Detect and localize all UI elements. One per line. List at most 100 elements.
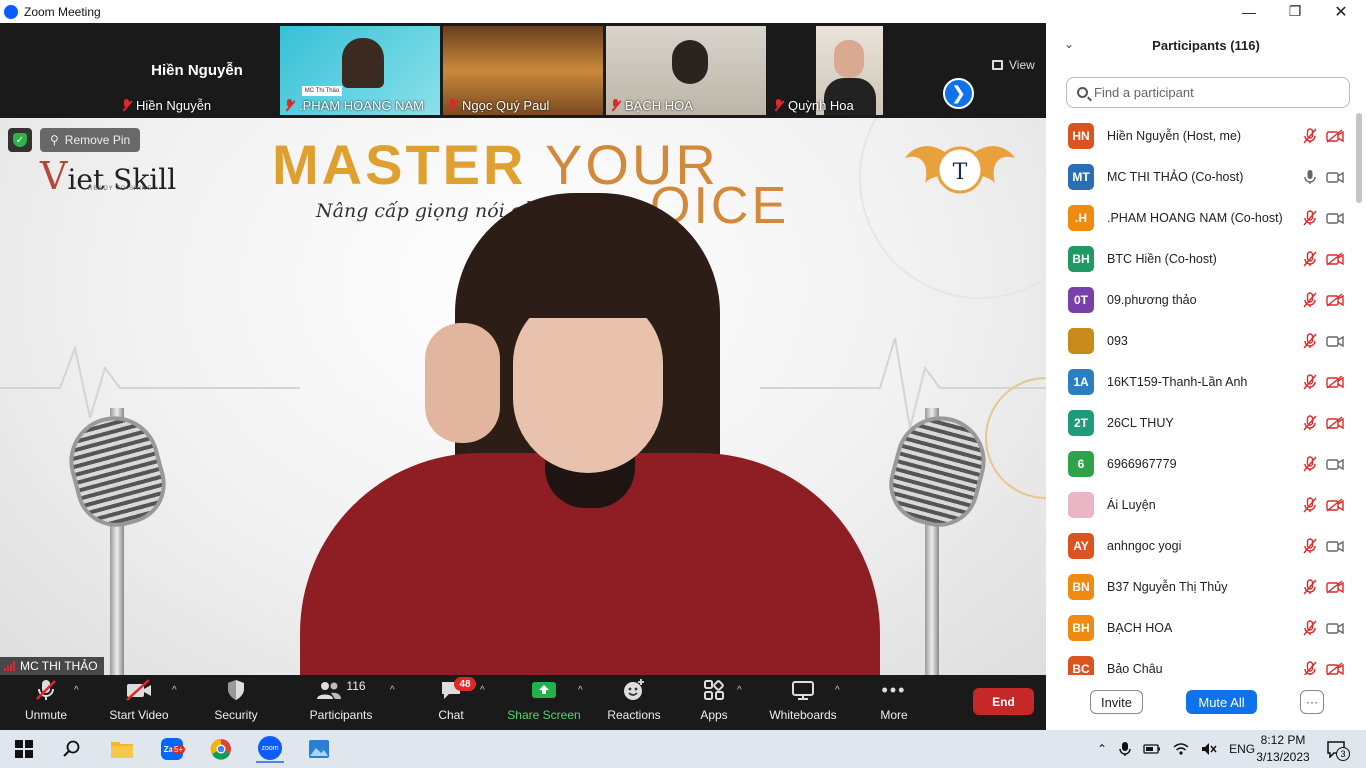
close-window-button[interactable]: ✕ (1318, 0, 1364, 23)
tile-display-name: Hiền Nguyễn (151, 62, 243, 79)
participant-row[interactable]: BN B37 Nguyễn Thị Thủy (1046, 566, 1354, 607)
participant-row[interactable]: Ái Luyện (1046, 484, 1354, 525)
taskbar-search-button[interactable] (58, 735, 86, 763)
video-on-icon[interactable] (1326, 170, 1344, 184)
invite-button[interactable]: Invite (1090, 690, 1143, 714)
taskbar-clock[interactable]: 8:12 PM 3/13/2023 (1252, 732, 1314, 766)
participant-row[interactable]: 2T 26CL THUY (1046, 402, 1354, 443)
mic-muted-icon[interactable] (1303, 127, 1317, 144)
participants-button[interactable]: 116 Participants (306, 675, 376, 730)
mic-muted-icon[interactable] (1303, 373, 1317, 390)
video-off-icon[interactable] (1326, 497, 1344, 512)
participant-search[interactable] (1066, 77, 1350, 108)
volume-muted-icon[interactable] (1201, 742, 1217, 756)
participant-row[interactable]: AY anhngoc yogi (1046, 525, 1354, 566)
security-button[interactable]: Security (210, 675, 262, 730)
microphone-icon[interactable] (1119, 741, 1131, 757)
mic-muted-icon[interactable] (1303, 619, 1317, 636)
mic-muted-icon (447, 99, 458, 112)
search-input[interactable] (1094, 85, 1334, 100)
participant-video (672, 40, 708, 84)
scrollbar[interactable] (1356, 113, 1362, 203)
remove-pin-button[interactable]: ⚲ Remove Pin (40, 128, 141, 152)
whiteboards-button[interactable]: Whiteboards (766, 675, 840, 730)
chat-options-caret[interactable]: ^ (480, 685, 485, 696)
video-tile[interactable]: Quỳnh Hoa (769, 26, 929, 115)
participant-row[interactable]: BC Bảo Châu (1046, 648, 1354, 675)
mic-muted-icon[interactable] (1303, 414, 1317, 431)
video-options-caret[interactable]: ^ (172, 685, 177, 696)
video-off-icon[interactable] (1326, 251, 1344, 266)
battery-icon[interactable] (1143, 743, 1161, 755)
tile-name: .PHAM HOANG NAM (284, 98, 424, 113)
whiteboard-options-caret[interactable]: ^ (835, 685, 840, 696)
participant-name: BẠCH HOA (1107, 620, 1173, 635)
share-options-caret[interactable]: ^ (578, 685, 583, 696)
minimize-button[interactable]: — (1226, 0, 1272, 23)
mic-muted-icon[interactable] (1303, 578, 1317, 595)
mic-muted-icon[interactable] (1303, 209, 1317, 226)
file-explorer-app[interactable] (108, 735, 136, 763)
wings-logo: T (905, 146, 1015, 194)
notification-center-button[interactable]: 3 (1322, 735, 1350, 763)
video-tile[interactable]: Hiền Nguyễn Hiền Nguyễn (117, 26, 277, 115)
video-off-icon[interactable] (1326, 661, 1344, 675)
show-hidden-icons-icon[interactable]: ⌃ (1097, 742, 1107, 756)
mic-muted-icon[interactable] (1303, 250, 1317, 267)
video-on-icon[interactable] (1326, 457, 1344, 471)
participant-row[interactable]: MT MC THI THẢO (Co-host) (1046, 156, 1354, 197)
video-on-icon[interactable] (1326, 334, 1344, 348)
start-video-button[interactable]: Start Video (104, 675, 174, 730)
participant-row[interactable]: .H .PHAM HOANG NAM (Co-host) (1046, 197, 1354, 238)
unmute-button[interactable]: Unmute (18, 675, 74, 730)
share-screen-button[interactable]: Share Screen (506, 675, 582, 730)
participant-row[interactable]: HN Hiền Nguyễn (Host, me) (1046, 115, 1354, 156)
participant-row[interactable]: BH BTC Hiền (Co-host) (1046, 238, 1354, 279)
mic-muted-icon[interactable] (1303, 332, 1317, 349)
reactions-button[interactable]: Reactions (604, 675, 664, 730)
video-on-icon[interactable] (1326, 211, 1344, 225)
apps-options-caret[interactable]: ^ (737, 685, 742, 696)
mic-on-icon[interactable] (1303, 169, 1317, 185)
video-on-icon[interactable] (1326, 621, 1344, 635)
video-on-icon[interactable] (1326, 539, 1344, 553)
mic-muted-icon[interactable] (1303, 537, 1317, 554)
video-off-icon[interactable] (1326, 374, 1344, 389)
next-page-button[interactable]: ❯ (943, 78, 974, 109)
video-tile[interactable]: Ngọc Quý Paul (443, 26, 603, 115)
video-off-icon[interactable] (1326, 292, 1344, 307)
mute-all-button[interactable]: Mute All (1186, 690, 1257, 714)
video-off-icon[interactable] (1326, 579, 1344, 594)
mic-muted-icon[interactable] (1303, 291, 1317, 308)
participant-row[interactable]: 1A 16KT159-Thanh-Lần Anh (1046, 361, 1354, 402)
zalo-app[interactable]: Zalo 5+ (158, 735, 186, 763)
participant-row[interactable]: 0T 09.phương thảo (1046, 279, 1354, 320)
participant-row[interactable]: BH BẠCH HOA (1046, 607, 1354, 648)
mic-muted-icon[interactable] (1303, 660, 1317, 675)
participant-name: anhngoc yogi (1107, 538, 1182, 553)
chrome-app[interactable] (207, 735, 235, 763)
mic-muted-icon (610, 99, 621, 112)
audio-options-caret[interactable]: ^ (74, 685, 79, 696)
view-button[interactable]: View (984, 54, 1043, 76)
active-speaker-video[interactable]: Viet Skill READY TO SHINE ! MASTER YOUR … (0, 118, 1046, 675)
maximize-button[interactable]: ❐ (1272, 0, 1318, 23)
end-meeting-button[interactable]: End (973, 688, 1034, 715)
video-tile[interactable]: BẠCH HOA (606, 26, 766, 115)
more-button[interactable]: ••• More (874, 675, 914, 730)
chat-button[interactable]: Chat 48 (430, 675, 476, 730)
video-tile[interactable]: MC Thi Thảo .PHAM HOANG NAM (280, 26, 440, 115)
zoom-app[interactable]: zoom (256, 735, 284, 763)
participant-row[interactable]: 6 6966967779 (1046, 443, 1354, 484)
apps-button[interactable]: Apps (694, 675, 734, 730)
photos-app[interactable] (305, 735, 333, 763)
wifi-icon[interactable] (1173, 742, 1189, 756)
participants-options-caret[interactable]: ^ (390, 685, 395, 696)
participant-row[interactable]: 093 (1046, 320, 1354, 361)
video-off-icon[interactable] (1326, 415, 1344, 430)
mic-muted-icon[interactable] (1303, 496, 1317, 513)
more-options-button[interactable]: ··· (1300, 690, 1324, 714)
windows-start-button[interactable] (10, 735, 38, 763)
mic-muted-icon[interactable] (1303, 455, 1317, 472)
video-off-icon[interactable] (1326, 128, 1344, 143)
